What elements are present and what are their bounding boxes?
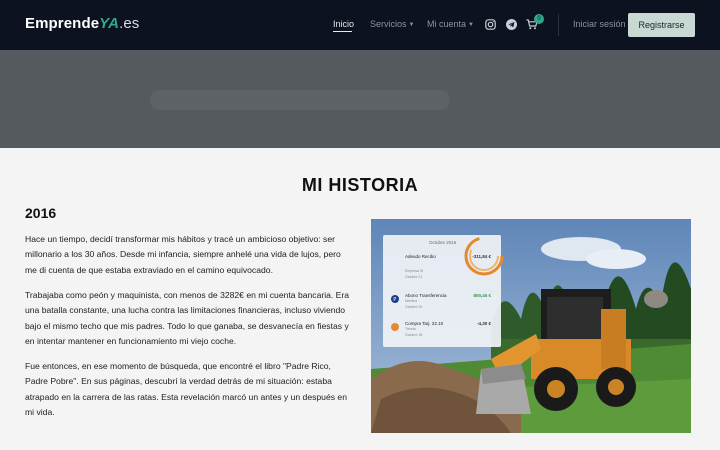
story-paragraph-2: Trabajaba como peón y maquinista, con me… (25, 290, 350, 347)
nav-item-mi-cuenta[interactable]: Mi cuenta ▼ (427, 19, 474, 29)
story-paragraph-1: Hace un tiempo, decidí transformar mis h… (25, 234, 341, 275)
login-link[interactable]: Iniciar sesión (573, 19, 626, 29)
transaction-amount-3: -4,30 € (476, 321, 491, 326)
site-logo[interactable]: EmprendeYA.es (25, 15, 139, 32)
nav-item-servicios-label: Servicios (370, 19, 407, 29)
hero-faded-text (150, 90, 450, 110)
logo-text-emprende: Emprende (25, 15, 100, 32)
nav-item-inicio[interactable]: Inicio (333, 19, 354, 29)
instagram-icon[interactable] (485, 19, 496, 30)
active-nav-underline (333, 31, 352, 32)
transaction-sub-3: Tienda (405, 327, 416, 331)
transaction-title-1: Adeudo Recibo (405, 254, 436, 259)
section-title: MI HISTORIA (301, 175, 419, 195)
year-heading: 2016 (25, 205, 57, 221)
top-navbar: EmprendeYA.es Inicio Servicios ▼ Mi cuent… (0, 0, 720, 50)
transaction-date-3: Octubre 18 (405, 333, 423, 337)
story-paragraph-3: Fue entonces, en ese momento de búsqueda… (25, 361, 347, 418)
chevron-down-icon: ▼ (468, 22, 474, 28)
paypal-icon: P (391, 295, 399, 303)
transaction-date-2: Octubre 20 (405, 305, 423, 309)
transaction-sub-1: Empresa SI (405, 269, 424, 273)
svg-text:P: P (393, 297, 396, 303)
transaction-sub-2: Nómina (405, 299, 418, 303)
transaction-amount-1: -311,84 € (472, 254, 491, 259)
transaction-amount-2: 800,45 € (473, 293, 491, 298)
transaction-title-3: Compra Tarj. 22.10 (405, 321, 444, 326)
transaction-title-2: Abono Transferencia (405, 293, 447, 298)
hero-banner (0, 50, 720, 148)
nav-item-servicios[interactable]: Servicios ▼ (370, 19, 414, 29)
telegram-icon[interactable] (506, 19, 517, 30)
statement-header: Octubre 2016 (429, 240, 457, 245)
nav-divider (558, 14, 559, 36)
logo-text-es: .es (119, 15, 140, 32)
cart-count-badge: 0 (534, 14, 544, 24)
chevron-down-icon: ▼ (408, 22, 415, 28)
register-button[interactable]: Registrarse (628, 13, 695, 37)
story-photo: Octubre 2016 Adeudo Recibo Empresa SI Oc… (371, 219, 691, 433)
logo-text-ya: YA (99, 15, 120, 32)
store-icon (391, 323, 399, 331)
transaction-date-1: Octubre 21 (405, 275, 423, 279)
nav-item-mi-cuenta-label: Mi cuenta (427, 19, 467, 29)
bank-statement-overlay: Octubre 2016 Adeudo Recibo Empresa SI Oc… (383, 235, 504, 347)
